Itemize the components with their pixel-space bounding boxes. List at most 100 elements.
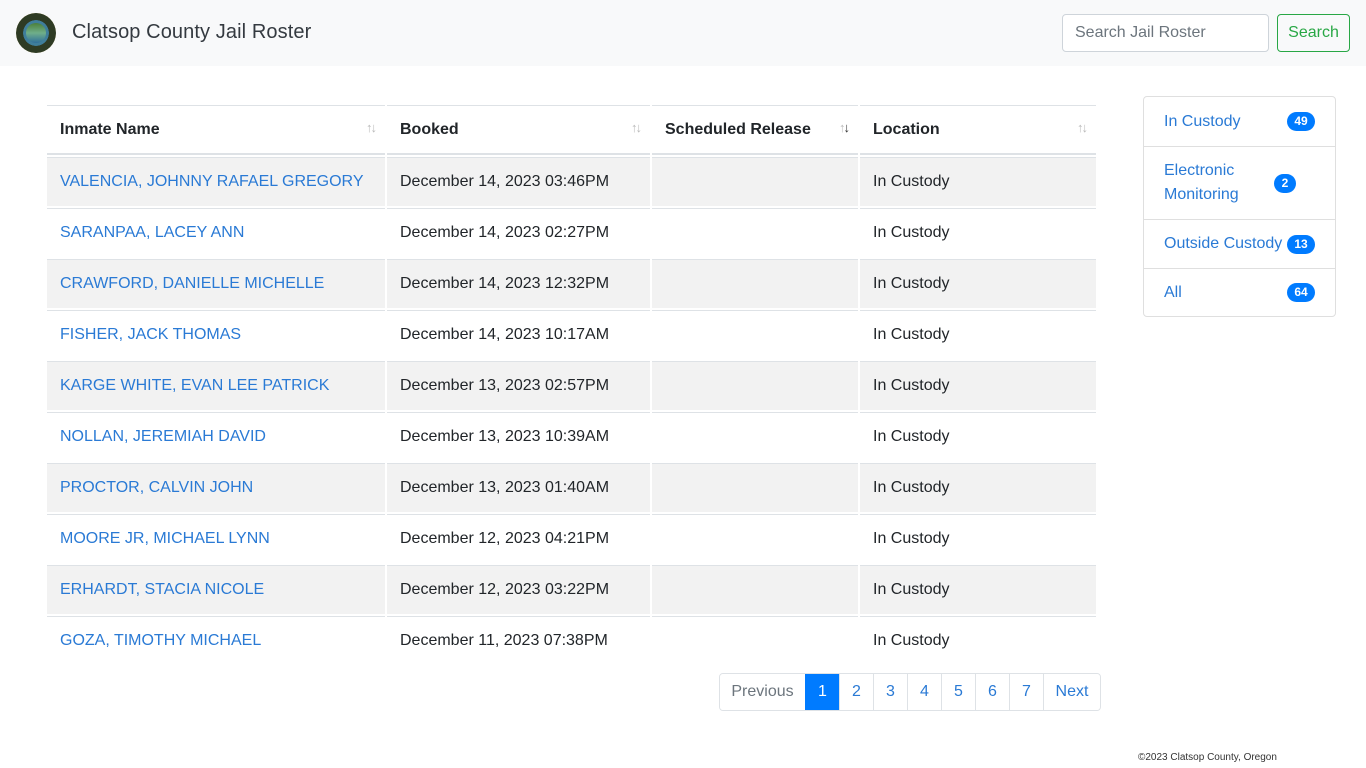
cell-inmate-name: ERHARDT, STACIA NICOLE <box>47 565 385 614</box>
cell-scheduled-release <box>652 412 858 461</box>
filter-electronic-monitoring[interactable]: Electronic Monitoring 2 <box>1144 146 1335 219</box>
roster-table-container: Inmate Name ↑↓ Booked ↑↓ Scheduled Relea… <box>46 104 1097 667</box>
count-badge: 49 <box>1287 112 1315 131</box>
column-header-label: Scheduled Release <box>665 120 811 138</box>
cell-scheduled-release <box>652 259 858 308</box>
cell-inmate-name: KARGE WHITE, EVAN LEE PATRICK <box>47 361 385 410</box>
table-body: VALENCIA, JOHNNY RAFAEL GREGORY December … <box>47 157 1096 665</box>
cell-location: In Custody <box>860 208 1096 257</box>
navbar: Clatsop County Jail Roster Search <box>0 0 1366 66</box>
table-row: FISHER, JACK THOMAS December 14, 2023 10:… <box>47 310 1096 359</box>
seal-center <box>26 23 46 43</box>
table-row: NOLLAN, JEREMIAH DAVID December 13, 2023 … <box>47 412 1096 461</box>
cell-inmate-name: MOORE JR, MICHAEL LYNN <box>47 514 385 563</box>
cell-scheduled-release <box>652 616 858 665</box>
county-seal-logo-icon[interactable] <box>16 13 56 53</box>
cell-location: In Custody <box>860 565 1096 614</box>
sort-descending-icon[interactable]: ↑↓ <box>839 120 850 135</box>
roster-table: Inmate Name ↑↓ Booked ↑↓ Scheduled Relea… <box>45 103 1098 667</box>
pagination-page-6[interactable]: 6 <box>975 674 1009 710</box>
cell-inmate-name: CRAWFORD, DANIELLE MICHELLE <box>47 259 385 308</box>
location-filter-list: In Custody 49 Electronic Monitoring 2 Ou… <box>1143 96 1336 317</box>
inmate-name-link[interactable]: NOLLAN, JEREMIAH DAVID <box>60 428 266 445</box>
cell-scheduled-release <box>652 514 858 563</box>
table-row: CRAWFORD, DANIELLE MICHELLE December 14, … <box>47 259 1096 308</box>
table-header-row: Inmate Name ↑↓ Booked ↑↓ Scheduled Relea… <box>47 105 1096 155</box>
cell-inmate-name: NOLLAN, JEREMIAH DAVID <box>47 412 385 461</box>
pagination-page-5[interactable]: 5 <box>941 674 975 710</box>
pagination-next-button[interactable]: Next <box>1043 674 1100 710</box>
pagination-previous-button[interactable]: Previous <box>720 674 805 710</box>
column-header-booked[interactable]: Booked ↑↓ <box>387 105 650 155</box>
column-header-label: Booked <box>400 120 459 138</box>
column-header-label: Inmate Name <box>60 120 160 138</box>
pagination-page-3[interactable]: 3 <box>873 674 907 710</box>
filter-label: Outside Custody <box>1164 235 1283 252</box>
cell-inmate-name: VALENCIA, JOHNNY RAFAEL GREGORY <box>47 157 385 206</box>
count-badge: 2 <box>1274 173 1296 193</box>
inmate-name-link[interactable]: GOZA, TIMOTHY MICHAEL <box>60 632 261 649</box>
filter-in-custody[interactable]: In Custody 49 <box>1144 97 1335 146</box>
inmate-name-link[interactable]: CRAWFORD, DANIELLE MICHELLE <box>60 275 324 292</box>
table-row: GOZA, TIMOTHY MICHAEL December 11, 2023 0… <box>47 616 1096 665</box>
cell-booked: December 14, 2023 03:46PM <box>387 157 650 206</box>
inmate-name-link[interactable]: FISHER, JACK THOMAS <box>60 326 241 343</box>
cell-location: In Custody <box>860 361 1096 410</box>
cell-booked: December 14, 2023 10:17AM <box>387 310 650 359</box>
cell-booked: December 12, 2023 03:22PM <box>387 565 650 614</box>
cell-booked: December 13, 2023 10:39AM <box>387 412 650 461</box>
filter-label: In Custody <box>1164 112 1241 130</box>
cell-booked: December 13, 2023 02:57PM <box>387 361 650 410</box>
count-badge: 64 <box>1287 283 1315 302</box>
inmate-name-link[interactable]: VALENCIA, JOHNNY RAFAEL GREGORY <box>60 173 364 190</box>
cell-location: In Custody <box>860 157 1096 206</box>
cell-scheduled-release <box>652 310 858 359</box>
filter-label: All <box>1164 283 1182 301</box>
cell-inmate-name: PROCTOR, CALVIN JOHN <box>47 463 385 512</box>
sort-arrows-icon[interactable]: ↑↓ <box>1077 120 1088 135</box>
inmate-name-link[interactable]: ERHARDT, STACIA NICOLE <box>60 581 264 598</box>
inmate-name-link[interactable]: MOORE JR, MICHAEL LYNN <box>60 530 270 547</box>
search-input[interactable] <box>1062 14 1269 52</box>
pagination-page-7[interactable]: 7 <box>1009 674 1043 710</box>
filter-all[interactable]: All 64 <box>1144 268 1335 316</box>
pagination-page-1[interactable]: 1 <box>805 674 839 710</box>
cell-inmate-name: GOZA, TIMOTHY MICHAEL <box>47 616 385 665</box>
cell-scheduled-release <box>652 157 858 206</box>
table-row: PROCTOR, CALVIN JOHN December 13, 2023 01… <box>47 463 1096 512</box>
cell-scheduled-release <box>652 463 858 512</box>
cell-booked: December 11, 2023 07:38PM <box>387 616 650 665</box>
page-title[interactable]: Clatsop County Jail Roster <box>72 21 311 44</box>
table-row: MOORE JR, MICHAEL LYNN December 12, 2023 … <box>47 514 1096 563</box>
table-row: VALENCIA, JOHNNY RAFAEL GREGORY December … <box>47 157 1096 206</box>
cell-inmate-name: SARANPAA, LACEY ANN <box>47 208 385 257</box>
column-header-label: Location <box>873 120 940 138</box>
count-badge: 13 <box>1287 234 1315 254</box>
cell-scheduled-release <box>652 208 858 257</box>
column-header-location[interactable]: Location ↑↓ <box>860 105 1096 155</box>
inmate-name-link[interactable]: PROCTOR, CALVIN JOHN <box>60 479 253 496</box>
footer-copyright: ©2023 Clatsop County, Oregon <box>1138 752 1277 763</box>
cell-location: In Custody <box>860 616 1096 665</box>
cell-booked: December 13, 2023 01:40AM <box>387 463 650 512</box>
cell-booked: December 12, 2023 04:21PM <box>387 514 650 563</box>
table-row: ERHARDT, STACIA NICOLE December 12, 2023 … <box>47 565 1096 614</box>
pagination-page-4[interactable]: 4 <box>907 674 941 710</box>
column-header-scheduled-release[interactable]: Scheduled Release ↑↓ <box>652 105 858 155</box>
inmate-name-link[interactable]: SARANPAA, LACEY ANN <box>60 224 244 241</box>
table-row: KARGE WHITE, EVAN LEE PATRICK December 13… <box>47 361 1096 410</box>
search-button[interactable]: Search <box>1277 14 1350 52</box>
pagination-page-2[interactable]: 2 <box>839 674 873 710</box>
inmate-name-link[interactable]: KARGE WHITE, EVAN LEE PATRICK <box>60 377 329 394</box>
cell-booked: December 14, 2023 02:27PM <box>387 208 650 257</box>
sort-arrows-icon[interactable]: ↑↓ <box>631 120 642 135</box>
filter-outside-custody[interactable]: Outside Custody 13 <box>1144 219 1335 268</box>
cell-scheduled-release <box>652 565 858 614</box>
cell-location: In Custody <box>860 310 1096 359</box>
cell-location: In Custody <box>860 259 1096 308</box>
sort-arrows-icon[interactable]: ↑↓ <box>366 120 377 135</box>
cell-location: In Custody <box>860 412 1096 461</box>
column-header-inmate-name[interactable]: Inmate Name ↑↓ <box>47 105 385 155</box>
cell-scheduled-release <box>652 361 858 410</box>
cell-booked: December 14, 2023 12:32PM <box>387 259 650 308</box>
